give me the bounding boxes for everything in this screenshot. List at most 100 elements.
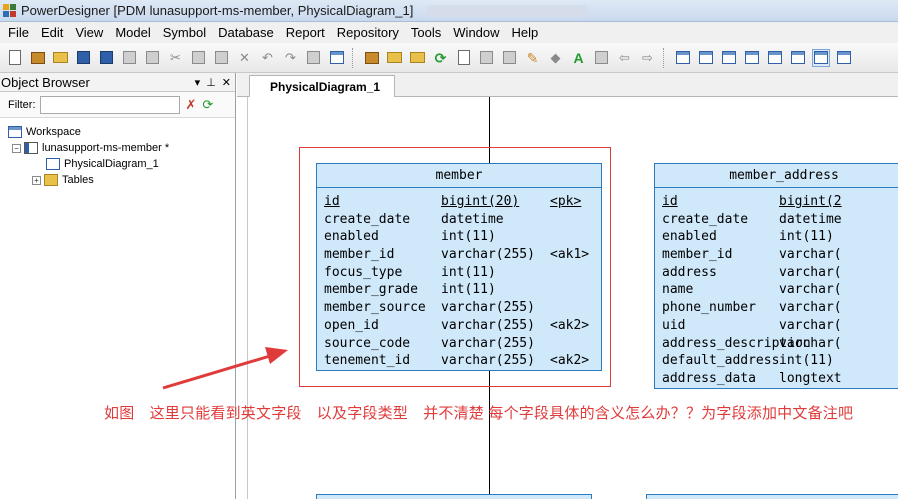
toolbar-grip[interactable] xyxy=(352,47,356,68)
filter-input[interactable] xyxy=(39,95,180,114)
redo-icon[interactable]: ↷ xyxy=(282,49,300,67)
column-type: varchar( xyxy=(779,247,842,263)
menu-view[interactable]: View xyxy=(69,25,109,40)
new-icon[interactable] xyxy=(6,49,24,67)
print-icon[interactable] xyxy=(144,49,162,67)
column-name: focus_type xyxy=(324,264,403,280)
table-member-address[interactable]: member_address id bigint(2 create_date date… xyxy=(654,163,898,389)
line-tool-icon[interactable] xyxy=(593,49,611,67)
column-row: tenement_id varchar(255) <ak2> xyxy=(324,352,601,370)
column-name: id xyxy=(324,194,340,209)
column-name: enabled xyxy=(662,229,717,245)
layout-icon[interactable] xyxy=(697,49,715,67)
column-type: int(11) xyxy=(441,282,496,298)
menu-report[interactable]: Report xyxy=(280,25,331,40)
properties-icon[interactable] xyxy=(305,49,323,67)
toolbar-grip[interactable] xyxy=(663,47,667,68)
tree-item-workspace[interactable]: Workspace xyxy=(8,124,235,140)
pin-icon[interactable]: ⊥ xyxy=(206,76,216,89)
menu-model[interactable]: Model xyxy=(109,25,156,40)
table-member[interactable]: member id bigint(20) <pk> create_date dateti… xyxy=(316,163,602,371)
package-tool-icon[interactable] xyxy=(501,49,519,67)
delete-icon[interactable]: ✕ xyxy=(236,49,254,67)
column-key: <pk> xyxy=(550,194,582,209)
refresh-tool-icon[interactable]: ⟳ xyxy=(432,49,450,67)
tree-item-label: Workspace xyxy=(26,126,81,138)
clear-filter-icon[interactable]: ✗ xyxy=(186,97,197,113)
apply-filter-icon[interactable]: ⟳ xyxy=(202,97,213,113)
zoom-icon[interactable] xyxy=(811,48,830,67)
table-partial[interactable] xyxy=(646,494,898,499)
check-model-icon[interactable] xyxy=(455,49,473,67)
arrow-right-icon[interactable]: ⇨ xyxy=(639,49,657,67)
column-row: address_description varchar( xyxy=(662,335,898,353)
cut-icon[interactable]: ✂ xyxy=(167,49,185,67)
table-title: member_address xyxy=(655,164,898,188)
menu-edit[interactable]: Edit xyxy=(35,25,69,40)
powerdesigner-app-icon xyxy=(3,3,17,18)
close-icon[interactable]: ✕ xyxy=(222,76,231,89)
column-row: address varchar( xyxy=(662,264,898,282)
column-row: phone_number varchar( xyxy=(662,299,898,317)
menu-database[interactable]: Database xyxy=(212,25,280,40)
column-key: <ak2> xyxy=(550,317,590,333)
column-row: focus_type int(11) xyxy=(324,264,601,282)
folder-icon xyxy=(44,174,58,186)
menu-tools[interactable]: Tools xyxy=(405,25,447,40)
expand-icon[interactable]: + xyxy=(32,175,41,185)
new-project-icon[interactable] xyxy=(29,49,47,67)
column-row: member_grade int(11) xyxy=(324,281,601,299)
table-partial[interactable] xyxy=(316,494,592,499)
reference-tool-icon[interactable] xyxy=(409,49,427,67)
column-name: phone_number xyxy=(662,300,756,316)
column-row: source_code varchar(255) xyxy=(324,335,601,353)
arrow-left-icon[interactable]: ⇦ xyxy=(616,49,634,67)
paste-icon[interactable] xyxy=(213,49,231,67)
column-row: member_id varchar(255) <ak1> xyxy=(324,246,601,264)
collapse-icon[interactable]: − xyxy=(12,143,21,153)
column-name: address xyxy=(662,264,717,280)
view-tool-icon[interactable] xyxy=(386,49,404,67)
column-type: varchar( xyxy=(779,282,842,298)
menu-help[interactable]: Help xyxy=(506,25,545,40)
open-icon[interactable] xyxy=(52,49,70,67)
text-color-icon[interactable]: A xyxy=(570,49,588,67)
column-type: longtext xyxy=(779,370,842,386)
column-name: default_address xyxy=(662,353,780,369)
align-icon[interactable] xyxy=(674,49,692,67)
browser-icon[interactable] xyxy=(789,49,807,67)
diagram-tabstrip: PhysicalDiagram_1 xyxy=(237,73,898,97)
symbol-tool-icon[interactable] xyxy=(478,49,496,67)
table-columns: id bigint(2 create_date datetime enabled int(… xyxy=(655,188,898,388)
undo-icon[interactable]: ↶ xyxy=(259,49,277,67)
model-icon[interactable] xyxy=(328,49,346,67)
tree-item-diagram[interactable]: PhysicalDiagram_1 xyxy=(8,156,235,172)
menu-symbol[interactable]: Symbol xyxy=(157,25,212,40)
tab-physical-diagram[interactable]: PhysicalDiagram_1 xyxy=(249,75,396,97)
diagram-canvas[interactable]: member id bigint(20) <pk> create_date dateti… xyxy=(247,97,898,499)
object-browser-title: Object Browser xyxy=(1,74,90,90)
tree-item-model[interactable]: − lunasupport-ms-member * xyxy=(8,140,235,156)
menu-window[interactable]: Window xyxy=(447,25,505,40)
print-preview-icon[interactable] xyxy=(121,49,139,67)
column-type: varchar( xyxy=(779,317,842,333)
grid-icon[interactable] xyxy=(720,49,738,67)
column-type: bigint(2 xyxy=(779,194,842,209)
report-icon[interactable] xyxy=(766,49,784,67)
dropdown-icon[interactable]: ▾ xyxy=(195,76,201,89)
column-name: open_id xyxy=(324,317,379,333)
column-type: varchar(255) xyxy=(441,335,535,351)
output-icon[interactable] xyxy=(835,49,853,67)
table-tool-icon[interactable] xyxy=(363,49,381,67)
save-all-icon[interactable] xyxy=(98,49,116,67)
pencil-icon[interactable]: ✎ xyxy=(524,49,542,67)
menu-repository[interactable]: Repository xyxy=(331,25,405,40)
copy-icon[interactable] xyxy=(190,49,208,67)
tree-item-tables[interactable]: + Tables xyxy=(8,172,235,188)
save-icon[interactable] xyxy=(75,49,93,67)
blurred-title-area xyxy=(427,4,588,17)
column-row: id bigint(20) <pk> xyxy=(324,193,601,211)
menu-file[interactable]: File xyxy=(2,25,35,40)
window-icon[interactable] xyxy=(743,49,761,67)
fill-icon[interactable]: ◆ xyxy=(547,49,565,67)
